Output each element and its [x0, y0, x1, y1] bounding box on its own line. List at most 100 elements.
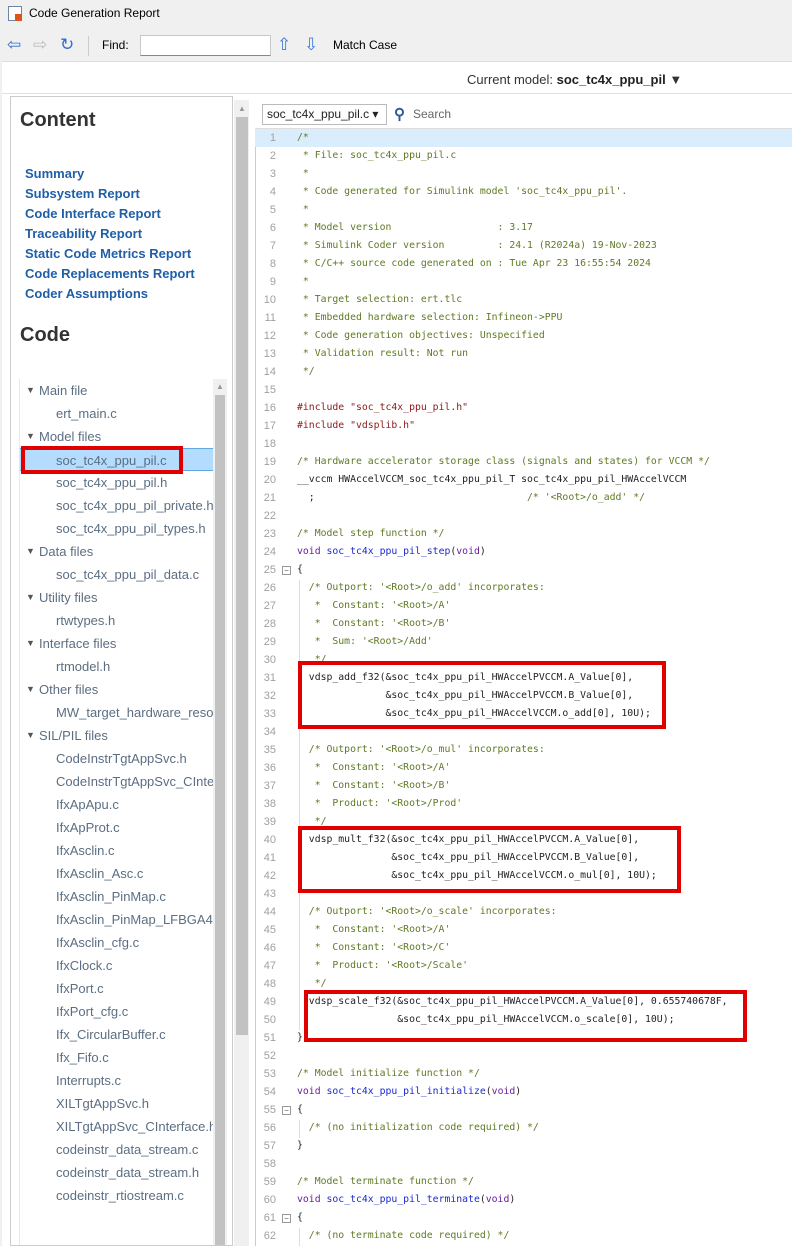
comment: * Constant: '<Root>/A' [297, 762, 451, 773]
line-number: 1 [269, 132, 276, 144]
comment: /* '<Root>/o_add' */ [314, 492, 646, 503]
tree-file[interactable]: ert_main.c [20, 402, 216, 425]
line-number: 32 [263, 690, 276, 702]
tree-folder[interactable]: ▼ Data files [20, 540, 216, 563]
file-tree-scroll-thumb[interactable] [215, 395, 225, 1245]
tree-folder[interactable]: ▼ Model files [20, 425, 216, 448]
tree-file[interactable]: IfxApApu.c [20, 793, 216, 816]
comment: * Constant: '<Root>/C' [297, 942, 451, 953]
tree-file[interactable]: codeinstr_rtiostream.c [20, 1184, 216, 1207]
code-line: 17 #include "vdsplib.h" [255, 417, 792, 435]
tree-file[interactable]: IfxPort_cfg.c [20, 1000, 216, 1023]
code-line: 15 [255, 381, 792, 399]
tree-item-label: Interrupts.c [56, 1073, 122, 1088]
comment: /* Outport: '<Root>/o_mul' incorporates: [297, 744, 545, 755]
refresh-icon[interactable]: ↻ [60, 36, 74, 54]
find-previous-icon[interactable]: ⇧ [277, 36, 291, 54]
code-line: 20 __vccm HWAccelVCCM_soc_tc4x_ppu_pil_T … [255, 471, 792, 489]
line-number: 6 [269, 222, 276, 234]
keyword: void [456, 546, 480, 557]
tree-file[interactable]: Ifx_Fifo.c [20, 1046, 216, 1069]
tree-file[interactable]: Ifx_CircularBuffer.c [20, 1023, 216, 1046]
nav-link-summary[interactable]: Summary [25, 166, 84, 181]
code-text: * Code generation objectives: Unspecifie… [297, 327, 545, 345]
tree-folder[interactable]: ▼ Other files [20, 678, 216, 701]
tree-file[interactable]: IfxAsclin_PinMap_LFBGA436.c [20, 908, 216, 931]
find-next-icon[interactable]: ⇩ [304, 36, 318, 54]
code-text: * Validation result: Not run [297, 345, 468, 363]
collapse-icon[interactable]: − [282, 1214, 291, 1223]
tree-file[interactable]: IfxClock.c [20, 954, 216, 977]
nav-link-traceability-report[interactable]: Traceability Report [25, 226, 142, 241]
expand-triangle-icon[interactable]: ▼ [26, 678, 35, 701]
tree-file[interactable]: soc_tc4x_ppu_pil_data.c [20, 563, 216, 586]
tree-item-label: soc_tc4x_ppu_pil_types.h [56, 521, 206, 536]
tree-file[interactable]: XILTgtAppSvc_CInterface.h [20, 1115, 216, 1138]
code-line: 46 * Constant: '<Root>/C' [255, 939, 792, 957]
tree-file[interactable]: IfxAsclin_Asc.c [20, 862, 216, 885]
tree-file[interactable]: codeinstr_data_stream.c [20, 1138, 216, 1161]
tree-file[interactable]: soc_tc4x_ppu_pil_types.h [20, 517, 216, 540]
code-line: 59 /* Model terminate function */ [255, 1173, 792, 1191]
scroll-up-icon[interactable]: ▲ [238, 104, 246, 113]
find-input[interactable] [140, 35, 271, 56]
tree-file[interactable]: IfxAsclin_cfg.c [20, 931, 216, 954]
tree-file[interactable]: soc_tc4x_ppu_pil.h [20, 471, 216, 494]
tree-file[interactable]: soc_tc4x_ppu_pil_private.h [20, 494, 216, 517]
line-number: 19 [263, 456, 276, 468]
code-token: ; [297, 492, 315, 503]
nav-link-code-replacements-report[interactable]: Code Replacements Report [25, 266, 195, 281]
code-line: 18 [255, 435, 792, 453]
line-number: 7 [269, 240, 276, 252]
code-line: 4 * Code generated for Simulink model 's… [255, 183, 792, 201]
file-select-dropdown[interactable]: soc_tc4x_ppu_pil.c ▾ [262, 104, 387, 125]
current-model-selector[interactable]: Current model: soc_tc4x_ppu_pil ▼ [467, 72, 682, 87]
tree-file[interactable]: IfxAsclin.c [20, 839, 216, 862]
tree-file[interactable]: Interrupts.c [20, 1069, 216, 1092]
tree-file[interactable]: rtwtypes.h [20, 609, 216, 632]
navigation-scroll-thumb[interactable] [236, 117, 248, 1035]
back-arrow-icon[interactable]: ⇦ [7, 36, 21, 54]
nav-link-static-code-metrics-report[interactable]: Static Code Metrics Report [25, 246, 191, 261]
forward-arrow-icon[interactable]: ⇨ [33, 36, 47, 54]
tree-file[interactable]: CodeInstrTgtAppSvc.h [20, 747, 216, 770]
tree-item-label: Interface files [39, 636, 117, 651]
nav-link-code-interface-report[interactable]: Code Interface Report [25, 206, 161, 221]
match-case-toggle[interactable]: Match Case [333, 38, 397, 52]
line-number: 34 [263, 726, 276, 738]
search-icon[interactable]: ⚲ [394, 105, 405, 123]
code-text: { [297, 1101, 303, 1119]
code-line: 36 * Constant: '<Root>/A' [255, 759, 792, 777]
tree-folder[interactable]: ▼ SIL/PIL files [20, 724, 216, 747]
nav-link-subsystem-report[interactable]: Subsystem Report [25, 186, 140, 201]
expand-triangle-icon[interactable]: ▼ [26, 724, 35, 747]
line-number: 14 [263, 366, 276, 378]
expand-triangle-icon[interactable]: ▼ [26, 540, 35, 563]
chevron-down-icon[interactable]: ▼ [669, 72, 682, 87]
tree-file[interactable]: IfxAsclin_PinMap.c [20, 885, 216, 908]
nav-link-coder-assumptions[interactable]: Coder Assumptions [25, 286, 148, 301]
expand-triangle-icon[interactable]: ▼ [26, 425, 35, 448]
collapse-icon[interactable]: − [282, 1106, 291, 1115]
tree-item-label: ert_main.c [56, 406, 117, 421]
line-number: 54 [263, 1086, 276, 1098]
tree-file[interactable]: MW_target_hardware_resources.h [20, 701, 216, 724]
expand-triangle-icon[interactable]: ▼ [26, 632, 35, 655]
code-line: 61−{ [255, 1209, 792, 1227]
tree-file[interactable]: codeinstr_data_stream.h [20, 1161, 216, 1184]
scroll-up-icon[interactable]: ▲ [216, 382, 224, 391]
tree-folder[interactable]: ▼ Interface files [20, 632, 216, 655]
expand-triangle-icon[interactable]: ▼ [26, 586, 35, 609]
tree-file[interactable]: CodeInstrTgtAppSvc_CInterface.h [20, 770, 216, 793]
tree-file[interactable]: rtmodel.h [20, 655, 216, 678]
line-number: 5 [269, 204, 276, 216]
code-search-input[interactable]: Search [413, 107, 451, 121]
collapse-icon[interactable]: − [282, 566, 291, 575]
tree-file[interactable]: XILTgtAppSvc.h [20, 1092, 216, 1115]
tree-file[interactable]: IfxApProt.c [20, 816, 216, 839]
expand-triangle-icon[interactable]: ▼ [26, 379, 35, 402]
tree-folder[interactable]: ▼ Utility files [20, 586, 216, 609]
tree-folder[interactable]: ▼ Main file [20, 379, 216, 402]
tree-file[interactable]: IfxPort.c [20, 977, 216, 1000]
code-line: 52 [255, 1047, 792, 1065]
